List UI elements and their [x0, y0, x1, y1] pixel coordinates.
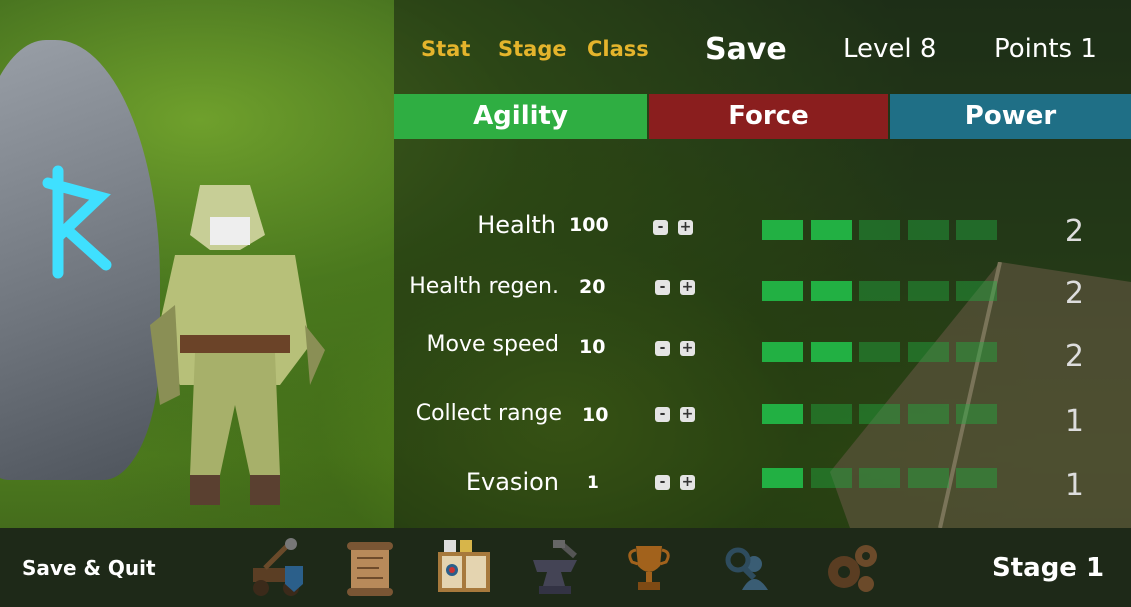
- bar-segment-filled: [762, 220, 803, 240]
- increase-button[interactable]: +: [680, 475, 695, 490]
- bar-segment-empty: [956, 220, 997, 240]
- bar-segment-filled: [762, 342, 803, 362]
- stat-level-bar: [762, 342, 998, 362]
- trophy-icon[interactable]: [624, 538, 674, 600]
- anvil-icon[interactable]: [527, 538, 583, 600]
- stat-row-move-speed: Move speed 10 - + 2: [394, 332, 1131, 374]
- bar-segment-empty: [859, 220, 900, 240]
- increase-button[interactable]: +: [680, 407, 695, 422]
- stat-level-bar: [762, 404, 998, 424]
- bar-segment-filled: [810, 342, 852, 362]
- nav-class-link[interactable]: Class: [587, 37, 649, 61]
- tab-force[interactable]: Force: [649, 94, 888, 139]
- decrease-button[interactable]: -: [655, 475, 670, 490]
- nav-stat-link[interactable]: Stat: [421, 37, 470, 61]
- bar-segment-filled: [810, 281, 852, 301]
- bar-segment-empty: [907, 342, 949, 362]
- decrease-button[interactable]: -: [655, 341, 670, 356]
- stat-level: 2: [1064, 214, 1084, 249]
- catapult-icon[interactable]: [245, 538, 310, 600]
- scroll-map-icon[interactable]: [343, 538, 398, 600]
- stat-level-bar: [762, 220, 998, 240]
- gears-icon[interactable]: [820, 538, 882, 600]
- stat-row-evasion: Evasion 1 - + 1: [394, 468, 1131, 508]
- stat-value: 10: [582, 404, 609, 426]
- bar-segment-empty: [907, 281, 949, 301]
- bar-segment-empty: [859, 404, 900, 424]
- bar-segment-empty: [859, 342, 900, 362]
- increase-button[interactable]: +: [680, 341, 695, 356]
- skill-points: Points 1: [994, 34, 1097, 64]
- bar-segment-empty: [956, 404, 997, 424]
- stat-level: 1: [1064, 404, 1084, 439]
- increase-button[interactable]: +: [680, 280, 695, 295]
- stat-level: 2: [1064, 276, 1084, 311]
- bar-segment-filled: [762, 281, 803, 301]
- stat-row-health-regen: Health regen. 20 - + 2: [394, 274, 1131, 314]
- stat-name: Collect range: [415, 401, 562, 426]
- bar-segment-empty: [956, 281, 997, 301]
- search-people-icon[interactable]: [718, 538, 774, 600]
- increase-button[interactable]: +: [678, 220, 693, 235]
- bar-segment-empty: [956, 342, 997, 362]
- rune-icon: [42, 165, 112, 279]
- bar-segment-empty: [956, 468, 997, 488]
- stat-name: Health regen.: [409, 274, 559, 299]
- bar-segment-empty: [859, 281, 900, 301]
- bar-segment-empty: [907, 220, 949, 240]
- nav-stage-link[interactable]: Stage: [498, 37, 567, 61]
- stat-value: 10: [579, 336, 606, 358]
- stat-level: 2: [1064, 339, 1084, 374]
- bar-segment-empty: [810, 468, 852, 488]
- bar-segment-empty: [810, 404, 852, 424]
- spellbook-icon[interactable]: [436, 538, 492, 600]
- tab-agility[interactable]: Agility: [394, 94, 647, 139]
- stat-name: Move speed: [426, 332, 559, 357]
- stat-level-bar: [762, 281, 998, 301]
- stat-row-health: Health 100 - + 2: [394, 211, 1131, 251]
- tab-power[interactable]: Power: [890, 94, 1131, 139]
- decrease-button[interactable]: -: [653, 220, 668, 235]
- stat-value: 1: [587, 473, 599, 493]
- stat-name: Health: [477, 211, 556, 239]
- bar-segment-filled: [810, 220, 852, 240]
- stat-level-bar: [762, 468, 998, 488]
- save-button[interactable]: Save: [705, 32, 787, 67]
- hooded-hero-character: [150, 185, 325, 505]
- bar-segment-empty: [907, 404, 949, 424]
- bar-segment-empty: [859, 468, 900, 488]
- bar-segment-filled: [762, 404, 803, 424]
- decrease-button[interactable]: -: [655, 280, 670, 295]
- bar-segment-empty: [907, 468, 949, 488]
- player-level: Level 8: [843, 34, 937, 64]
- stat-row-collect-range: Collect range 10 - + 1: [394, 401, 1131, 441]
- stat-name: Evasion: [465, 468, 559, 496]
- bar-segment-filled: [762, 468, 803, 488]
- decrease-button[interactable]: -: [655, 407, 670, 422]
- stat-value: 100: [569, 214, 609, 236]
- current-stage: Stage 1: [992, 553, 1105, 583]
- save-quit-button[interactable]: Save & Quit: [22, 556, 156, 580]
- stat-level: 1: [1064, 468, 1084, 503]
- stat-value: 20: [579, 276, 606, 298]
